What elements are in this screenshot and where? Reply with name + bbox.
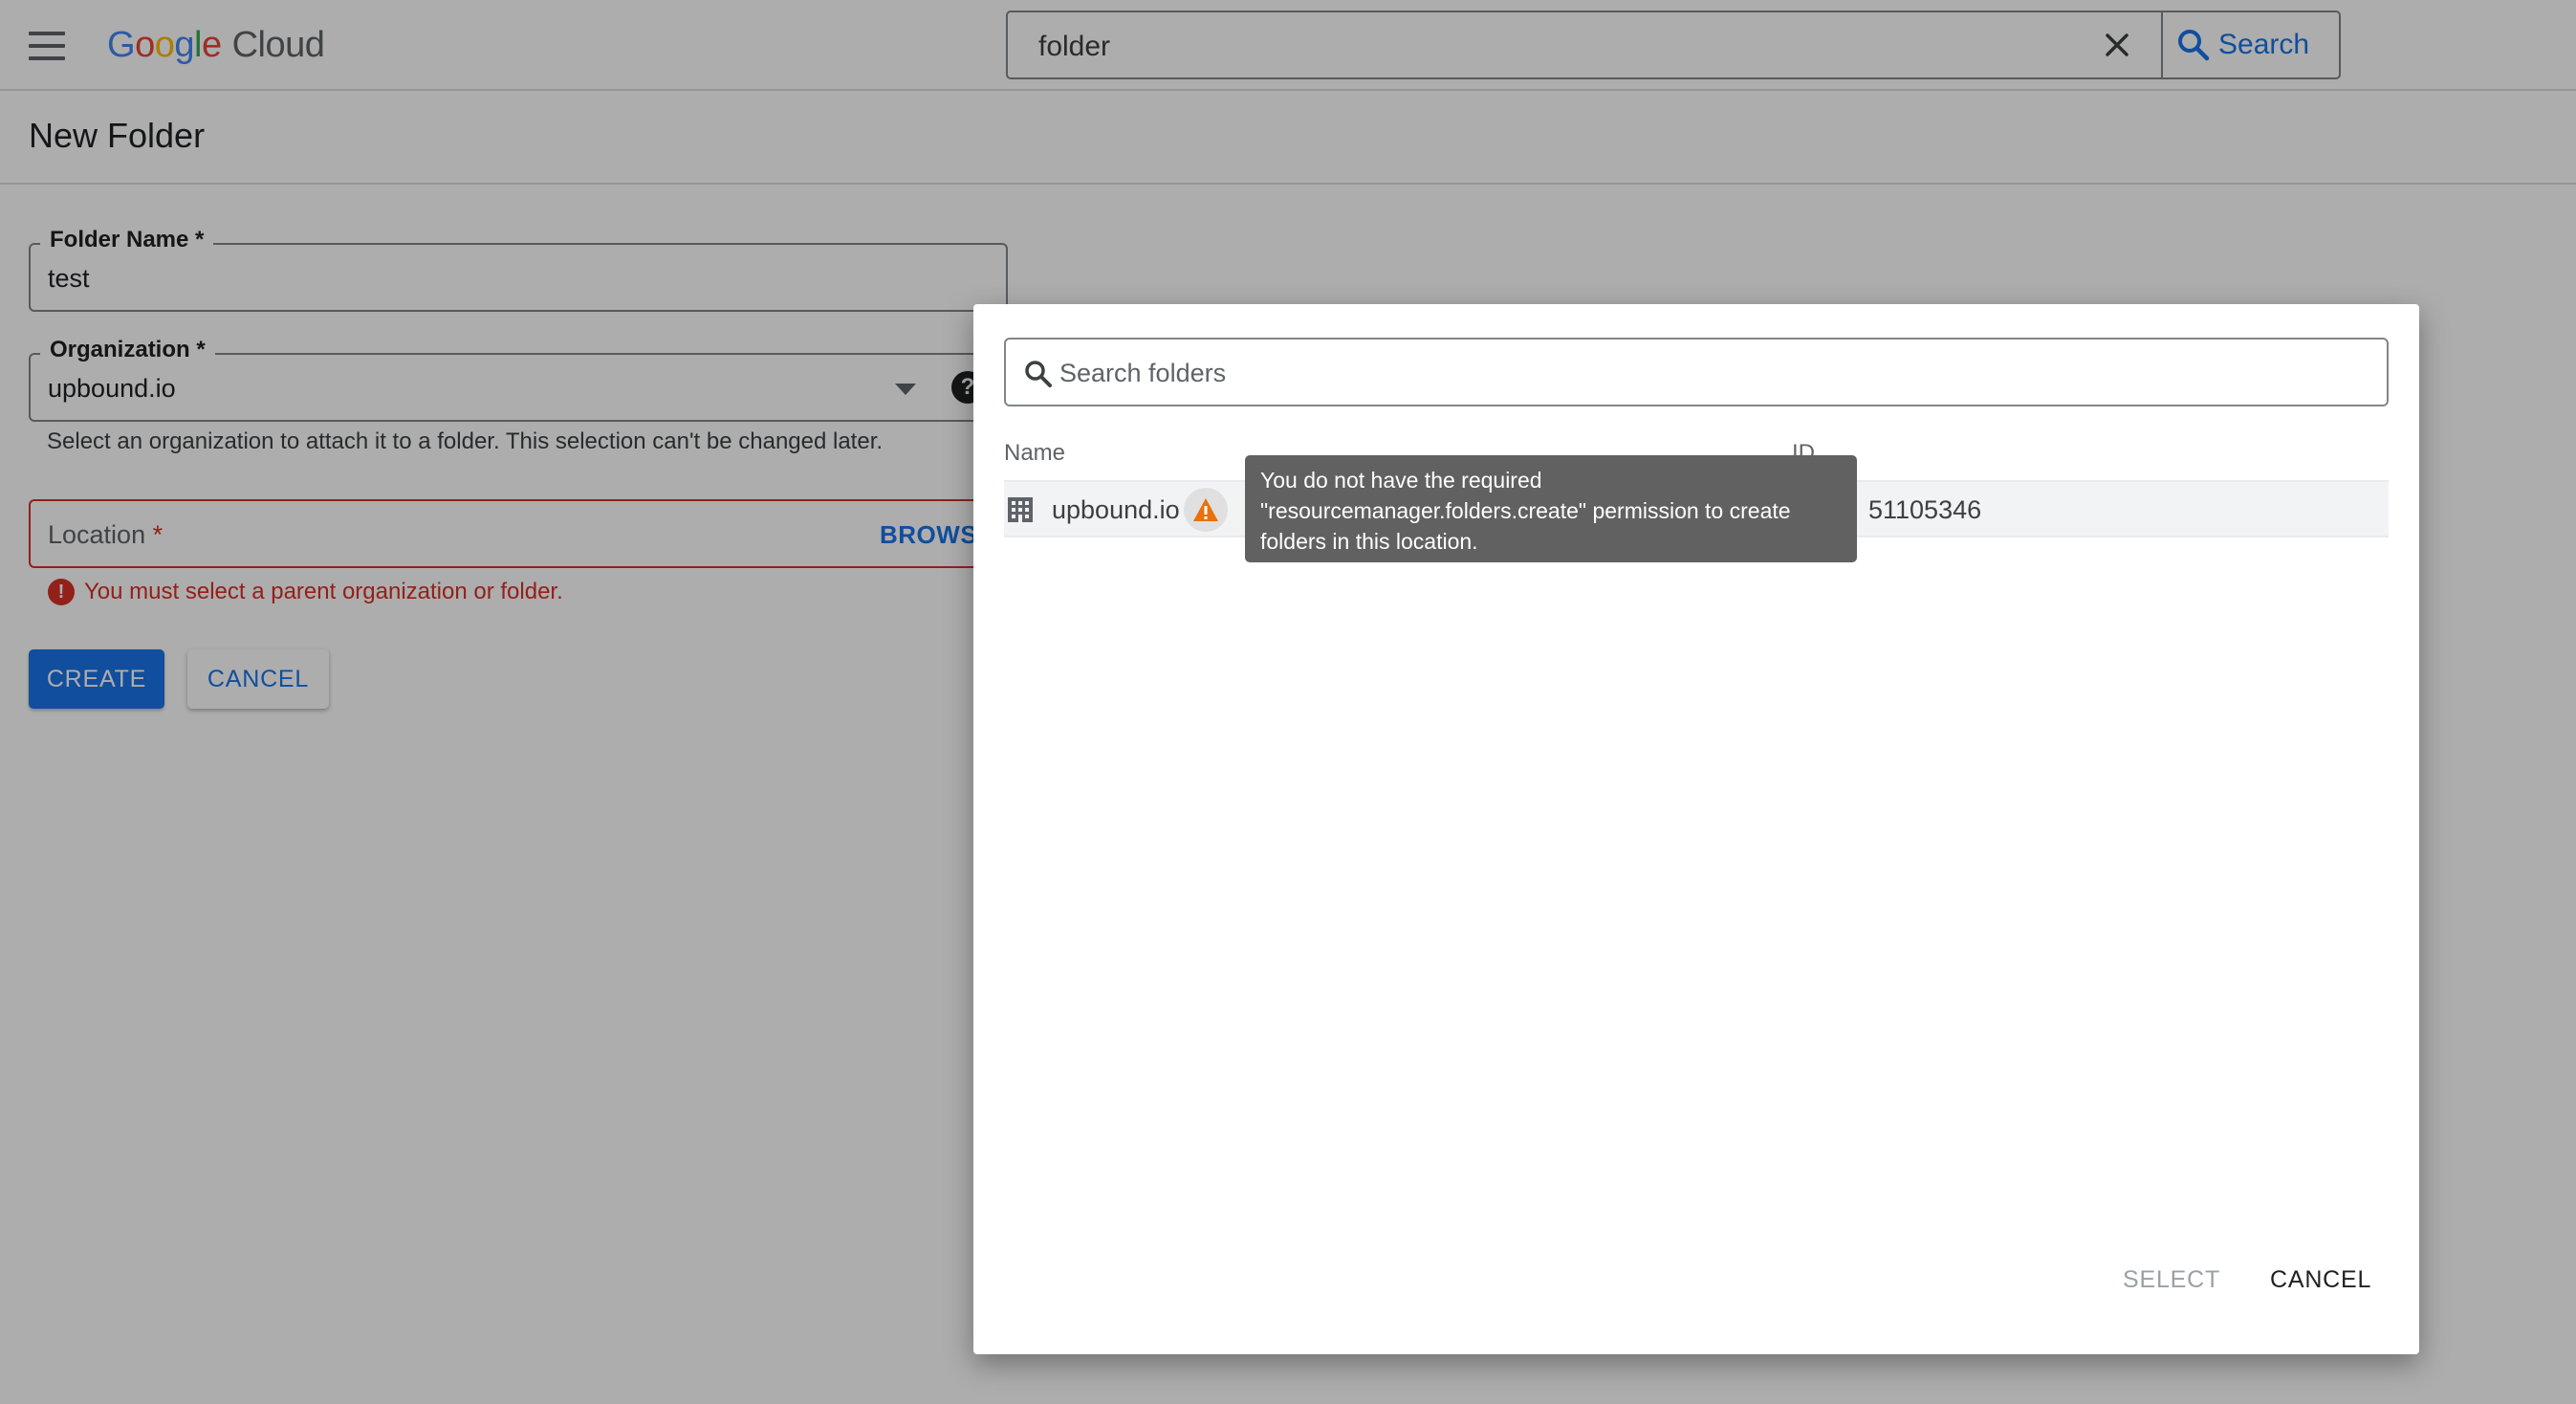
row-id: 51105346 bbox=[1868, 495, 1982, 524]
warning-icon[interactable] bbox=[1184, 488, 1228, 532]
select-folder-dialog: Name ID upbound.io 51105346 You do not h… bbox=[973, 304, 2419, 1354]
column-header-name[interactable]: Name bbox=[1004, 440, 1065, 467]
folder-search-input[interactable] bbox=[1059, 355, 2360, 391]
organization-icon bbox=[1008, 497, 1033, 522]
dialog-cancel-button[interactable]: CANCEL bbox=[2270, 1266, 2371, 1294]
folder-search-box[interactable] bbox=[1004, 338, 2389, 406]
row-name: upbound.io bbox=[1052, 495, 1180, 524]
tooltip-line: folders in this location. bbox=[1260, 529, 1478, 554]
select-button[interactable]: SELECT bbox=[2123, 1266, 2220, 1294]
tooltip-line: "resourcemanager.folders.create" permiss… bbox=[1260, 498, 1791, 523]
search-icon bbox=[1025, 361, 1052, 387]
tooltip-line: You do not have the required bbox=[1260, 468, 1542, 493]
permission-tooltip: You do not have the required "resourcema… bbox=[1245, 455, 1857, 562]
